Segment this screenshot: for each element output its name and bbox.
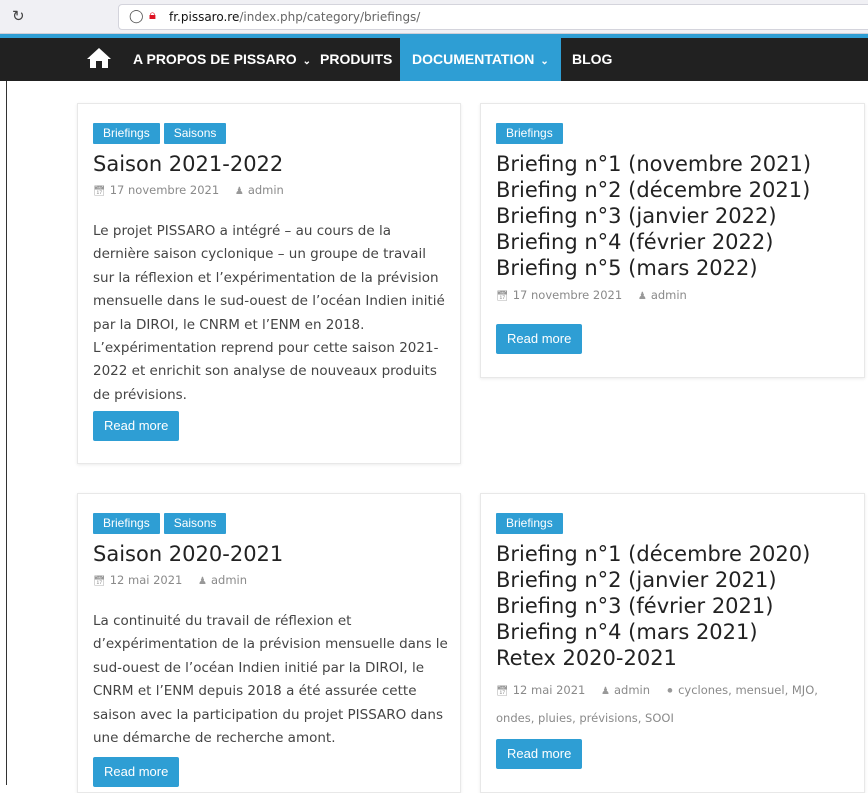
tag-briefings[interactable]: Briefings — [496, 513, 563, 534]
post-excerpt: Le projet PISSARO a intégré – au cours d… — [93, 223, 445, 403]
tag-saisons[interactable]: Saisons — [163, 123, 227, 144]
address-bar[interactable]: ◯ 🔒︎ fr.pissaro.re/index.php/category/br… — [118, 4, 868, 30]
user-icon: ♟ — [637, 291, 647, 302]
post-author[interactable]: admin — [211, 573, 247, 587]
post-tags: Briefings Saisons — [93, 512, 230, 534]
chevron-down-icon: ⌄ — [540, 56, 549, 67]
post-card: Briefings Saisons Saison 2021-2022 📅︎ 17 n… — [77, 103, 461, 464]
post-tags: Briefings Saisons — [93, 122, 230, 144]
chevron-down-icon: ⌄ — [302, 56, 312, 67]
url-domain: fr.pissaro.re — [169, 10, 240, 24]
post-card: Briefings Saisons Saison 2020-2021 📅︎ 12 m… — [77, 493, 461, 793]
post-title[interactable]: Saison 2021-2022 — [93, 151, 283, 177]
shield-icon[interactable]: ◯ — [129, 9, 144, 24]
tag-saisons[interactable]: Saisons — [163, 513, 227, 534]
post-meta: 📅︎ 12 mai 2021 ♟ admin — [93, 573, 247, 587]
post-title-line[interactable]: Briefing n°3 (janvier 2022) — [496, 203, 811, 229]
post-title-line[interactable]: Saison 2020-2021 — [93, 541, 283, 567]
post-keyword[interactable]: pluies — [538, 711, 572, 725]
post-title[interactable]: Briefing n°1 (novembre 2021) Briefing n°… — [496, 151, 811, 281]
post-title[interactable]: Briefing n°1 (décembre 2020) Briefing n°… — [496, 541, 810, 671]
nav-item-a-propos[interactable]: A PROPOS DE PISSARO ⌄ — [133, 38, 311, 81]
browser-toolbar: ↻ ◯ 🔒︎ fr.pissaro.re/index.php/category/… — [0, 0, 868, 34]
post-title-line[interactable]: Briefing n°2 (janvier 2021) — [496, 567, 810, 593]
post-meta: 📅︎ 17 novembre 2021 ♟ admin — [93, 183, 284, 197]
nav-item-label: PRODUITS — [320, 51, 393, 67]
post-title-line[interactable]: Saison 2021-2022 — [93, 151, 283, 177]
post-date[interactable]: 17 novembre 2021 — [513, 288, 622, 302]
user-icon: ♟ — [234, 186, 244, 197]
post-author[interactable]: admin — [614, 683, 650, 697]
nav-item-blog[interactable]: BLOG — [572, 38, 612, 81]
nav-item-documentation[interactable]: DOCUMENTATION ⌄ — [400, 38, 561, 81]
nav-item-label: BLOG — [572, 51, 613, 67]
post-card: Briefings Briefing n°1 (décembre 2020) B… — [480, 493, 865, 793]
home-icon[interactable] — [86, 47, 112, 69]
post-title-line[interactable]: Briefing n°1 (novembre 2021) — [496, 151, 811, 177]
post-title-line[interactable]: Briefing n°4 (février 2022) — [496, 229, 811, 255]
post-tags: Briefings — [496, 122, 567, 144]
post-title-line[interactable]: Briefing n°4 (mars 2021) — [496, 619, 810, 645]
read-more-button[interactable]: Read more — [93, 757, 180, 787]
post-keyword[interactable]: prévisions — [579, 711, 637, 725]
calendar-icon: 📅︎ — [93, 186, 106, 197]
post-meta: 📅︎ 17 novembre 2021 ♟ admin — [496, 288, 687, 302]
user-icon: ♟ — [198, 576, 207, 587]
read-more-button[interactable]: Read more — [496, 739, 583, 769]
post-author[interactable]: admin — [651, 288, 687, 302]
read-more-button[interactable]: Read more — [496, 324, 583, 354]
post-keyword[interactable]: cyclones — [678, 683, 728, 697]
reload-icon[interactable]: ↻ — [12, 7, 25, 25]
url-path: /index.php/category/briefings/ — [239, 10, 421, 24]
tag-briefings[interactable]: Briefings — [93, 123, 160, 144]
user-icon: ♟ — [601, 686, 610, 697]
nav-item-label: A PROPOS DE PISSARO — [133, 51, 297, 67]
post-date[interactable]: 17 novembre 2021 — [110, 183, 219, 197]
tag-briefings[interactable]: Briefings — [93, 513, 160, 534]
post-keyword[interactable]: mensuel — [735, 683, 784, 697]
post-title-line[interactable]: Briefing n°3 (février 2021) — [496, 593, 810, 619]
post-keyword[interactable]: ondes — [496, 711, 531, 725]
lock-icon[interactable]: 🔒︎ — [149, 8, 156, 23]
nav-item-label: DOCUMENTATION — [412, 51, 535, 67]
calendar-icon: 📅︎ — [93, 576, 106, 587]
post-title-line[interactable]: Retex 2020-2021 — [496, 645, 810, 671]
main-navigation: A PROPOS DE PISSARO ⌄ PRODUITS DOCUMENTAT… — [0, 34, 868, 81]
page-left-edge — [6, 81, 7, 785]
tag-icon: ⚫︎ — [665, 686, 675, 697]
post-date[interactable]: 12 mai 2021 — [513, 683, 586, 697]
post-meta: 📅︎ 12 mai 2021 ♟ admin ⚫︎ cyclones, mensuel… — [496, 683, 818, 725]
post-author[interactable]: admin — [248, 183, 284, 197]
url-text[interactable]: fr.pissaro.re/index.php/category/briefin… — [169, 10, 420, 24]
read-more-button[interactable]: Read more — [93, 411, 180, 441]
post-title[interactable]: Saison 2020-2021 — [93, 541, 283, 567]
calendar-icon: 📅︎ — [496, 291, 509, 302]
post-keyword[interactable]: MJO — [792, 683, 814, 697]
calendar-icon: 📅︎ — [496, 686, 509, 697]
post-title-line[interactable]: Briefing n°2 (décembre 2021) — [496, 177, 811, 203]
nav-item-produits[interactable]: PRODUITS — [320, 38, 392, 81]
post-tags: Briefings — [496, 512, 567, 534]
post-title-line[interactable]: Briefing n°5 (mars 2022) — [496, 255, 811, 281]
post-date[interactable]: 12 mai 2021 — [110, 573, 183, 587]
post-title-line[interactable]: Briefing n°1 (décembre 2020) — [496, 541, 810, 567]
post-keyword[interactable]: SOOI — [645, 711, 674, 725]
post-excerpt: La continuité du travail de réflexion et… — [93, 613, 448, 747]
tag-briefings[interactable]: Briefings — [496, 123, 563, 144]
post-card: Briefings Briefing n°1 (novembre 2021) B… — [480, 103, 865, 378]
